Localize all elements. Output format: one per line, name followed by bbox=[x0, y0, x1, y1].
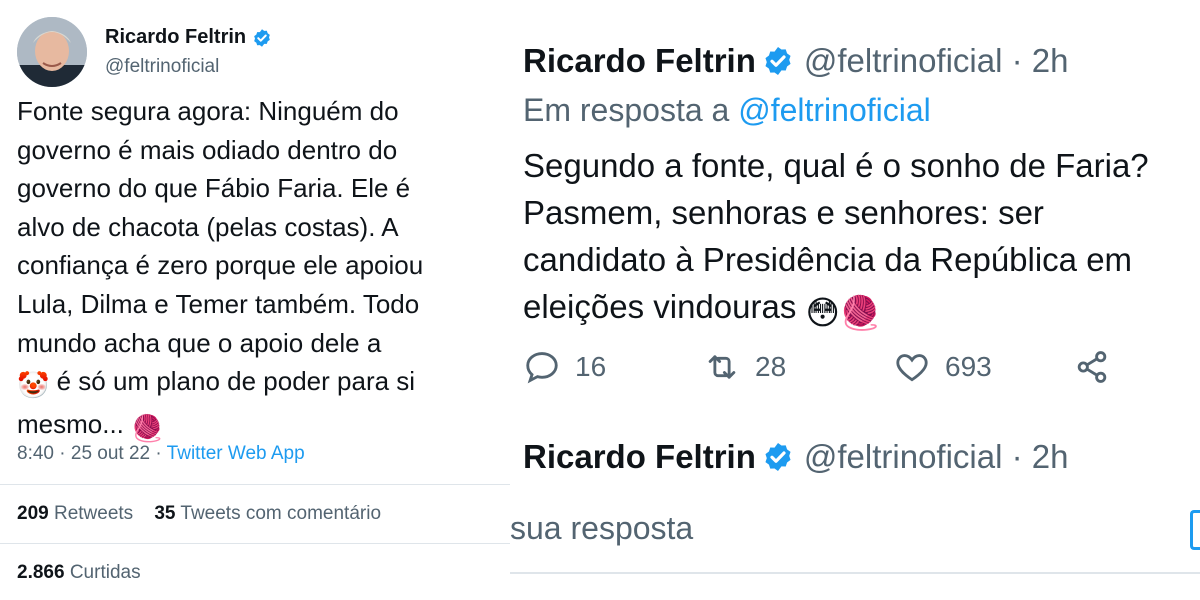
tweet-line: Lula, Dilma e Temer também. Todo bbox=[17, 288, 420, 319]
tweet-actions: 16 28 693 bbox=[523, 348, 1111, 386]
heart-icon bbox=[896, 354, 928, 382]
tweet-meta: 8:40 · 25 out 22 · Twitter Web App bbox=[17, 443, 305, 464]
reply-icon bbox=[526, 352, 558, 384]
media-icon[interactable] bbox=[1190, 510, 1200, 550]
tweet-line: governo é mais odiado dentro do bbox=[17, 134, 398, 165]
divider bbox=[0, 543, 510, 544]
left-tweet-panel: Ricardo Feltrin @feltrinoficial Fonte se… bbox=[0, 0, 510, 600]
verified-badge-icon bbox=[765, 47, 791, 75]
verified-badge-icon bbox=[765, 443, 791, 471]
tweet-date[interactable]: 25 out 22 bbox=[71, 443, 150, 464]
clown-emoji-icon: 🤡 bbox=[17, 370, 50, 401]
tweet-line: alvo de chacota (pelas costas). A bbox=[17, 211, 399, 242]
tweet-line: Fonte segura agora: Ninguém do bbox=[17, 96, 399, 126]
in-reply-to: Em resposta a @feltrinoficial bbox=[523, 92, 931, 128]
tweet-line: governo do que Fábio Faria. Ele é bbox=[17, 173, 411, 204]
tweet-line: confiança é zero porque ele apoiou bbox=[17, 250, 424, 281]
tweet-time[interactable]: 8:40 bbox=[17, 443, 54, 464]
share-button[interactable] bbox=[1073, 348, 1111, 386]
reply-mention-link[interactable]: @feltrinoficial bbox=[738, 92, 931, 128]
reply-tweet-header: Ricardo Feltrin @feltrinoficial · 2h bbox=[523, 42, 1068, 80]
retweet-icon bbox=[708, 355, 736, 379]
likes-stat[interactable]: 2.866 Curtidas bbox=[17, 562, 141, 584]
right-thread-panel: Ricardo Feltrin @feltrinoficial · 2h Em … bbox=[510, 0, 1200, 600]
share-icon bbox=[1077, 351, 1107, 383]
retweets-stat[interactable]: 209 Retweets bbox=[17, 503, 133, 524]
like-button[interactable]: 693 bbox=[893, 348, 1073, 386]
reply-composer-input[interactable]: sua resposta bbox=[510, 510, 693, 547]
reply-author-handle[interactable]: @feltrinoficial · 2h bbox=[804, 42, 1069, 80]
tweet-line: 🤡 é só um plano de poder para si bbox=[17, 362, 502, 405]
tweet-line: candidato à Presidência da República em bbox=[523, 241, 1133, 278]
source-app-link[interactable]: Twitter Web App bbox=[167, 443, 305, 464]
yarn-emoji-icon: 🧶 bbox=[131, 412, 164, 443]
tweet-line: mundo acha que o apoio dele a bbox=[17, 327, 382, 358]
reply-button[interactable]: 16 bbox=[523, 348, 703, 386]
retweet-button[interactable]: 28 bbox=[703, 348, 893, 386]
divider bbox=[0, 484, 510, 485]
author-avatar[interactable] bbox=[17, 17, 87, 87]
flushed-emoji-icon: 😳 bbox=[805, 294, 840, 331]
engagement-stats: 209 Retweets 35 Tweets com comentário bbox=[17, 503, 381, 525]
tweet-line: eleições vindouras 😳🧶 bbox=[523, 283, 1200, 336]
next-author-handle[interactable]: @feltrinoficial · 2h bbox=[804, 438, 1069, 476]
yarn-emoji-icon: 🧶 bbox=[839, 294, 882, 331]
tweet-line: Segundo a fonte, qual é o sonho de Faria… bbox=[523, 147, 1149, 184]
divider bbox=[510, 572, 1200, 574]
next-tweet-header: Ricardo Feltrin @feltrinoficial · 2h bbox=[523, 438, 1068, 476]
reply-tweet-text: Segundo a fonte, qual é o sonho de Faria… bbox=[523, 142, 1200, 336]
reply-author-name[interactable]: Ricardo Feltrin bbox=[523, 42, 756, 80]
tweet-line: Pasmem, senhoras e senhores: ser bbox=[523, 194, 1044, 231]
tweet-text: Fonte segura agora: Ninguém do governo é… bbox=[17, 92, 502, 447]
quotes-stat[interactable]: 35 Tweets com comentário bbox=[154, 503, 381, 524]
author-name[interactable]: Ricardo Feltrin bbox=[105, 26, 272, 49]
next-author-name[interactable]: Ricardo Feltrin bbox=[523, 438, 756, 476]
author-handle[interactable]: @feltrinoficial bbox=[105, 56, 219, 78]
verified-badge-icon bbox=[254, 28, 270, 47]
avatar-photo-icon bbox=[17, 17, 87, 87]
tweet-line: mesmo... 🧶 bbox=[17, 405, 502, 448]
